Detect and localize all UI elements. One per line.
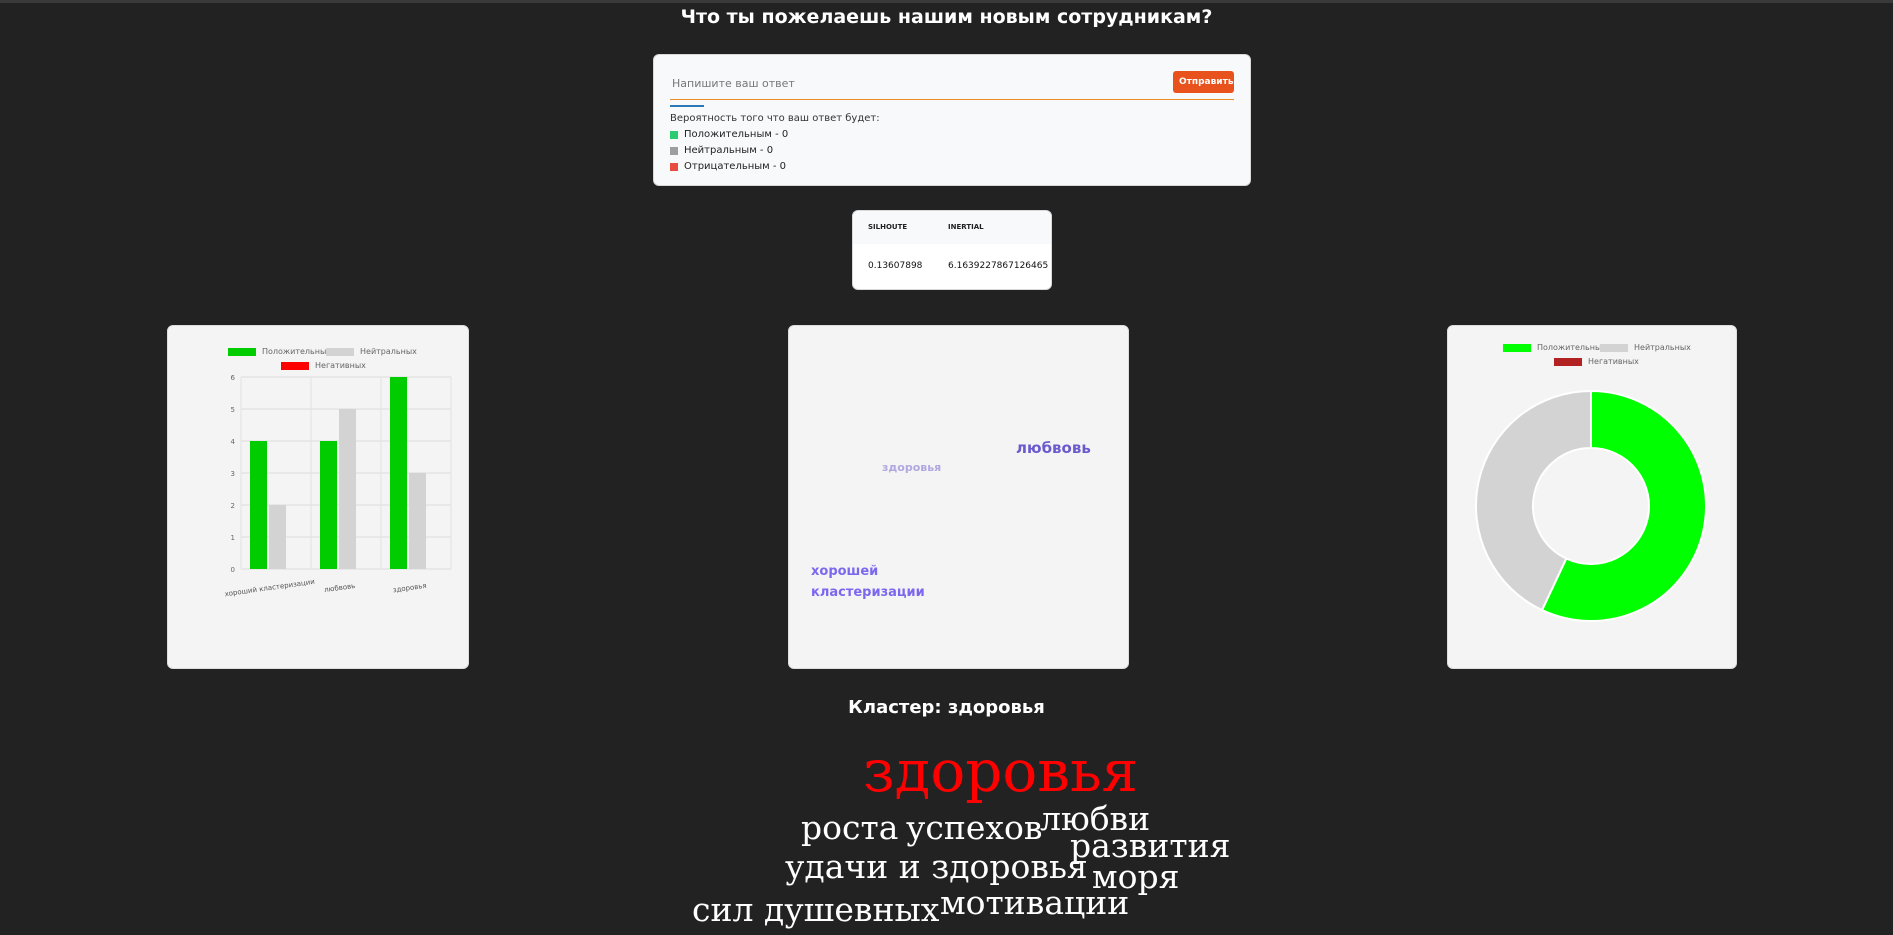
- metrics-table: SILHOUTE INERTIAL 0.13607898 6.163922786…: [852, 210, 1052, 290]
- probability-positive-label: Положительным - 0: [684, 129, 789, 140]
- bar-1-1: [339, 409, 356, 569]
- word-lyubvov: любвовь: [1016, 439, 1091, 457]
- y-tick-label: 3: [231, 470, 235, 478]
- y-tick-label: 5: [231, 406, 235, 414]
- input-focus-indicator: [670, 105, 704, 107]
- y-tick-label: 2: [231, 502, 235, 510]
- answer-form-card: Отправить Вероятность того что ваш ответ…: [653, 54, 1251, 186]
- word-khoroshey: хорошей: [811, 564, 879, 579]
- bar-0-1: [320, 441, 337, 569]
- probability-neutral: Нейтральным - 0: [670, 145, 773, 156]
- y-tick-label: 4: [231, 438, 236, 446]
- x-tick-label: здоровья: [392, 582, 427, 595]
- cluster-word: удачи и здоровья: [785, 847, 1088, 886]
- cluster-word: успехов: [906, 808, 1043, 847]
- cluster-title: Кластер: здоровья: [848, 697, 1045, 718]
- inertial-value: 6.1639227867126465: [948, 261, 1049, 271]
- cluster-word: роста: [801, 808, 899, 847]
- bar-chart-panel: Положительных Нейтральных Негативных 012…: [167, 325, 469, 669]
- donut-chart: [1475, 389, 1707, 622]
- answer-input[interactable]: [670, 71, 1160, 95]
- probability-positive: Положительным - 0: [670, 129, 788, 140]
- input-underline: [670, 99, 1234, 100]
- negative-swatch: [670, 162, 678, 171]
- y-tick-label: 6: [231, 374, 236, 382]
- submit-button[interactable]: Отправить: [1173, 71, 1234, 93]
- word-zdorovya: здоровья: [882, 461, 942, 474]
- silhouette-header: SILHOUTE: [868, 223, 908, 231]
- bar-0-2: [390, 377, 407, 569]
- probability-neutral-label: Нейтральным - 0: [684, 145, 774, 156]
- bar-chart: 0 1 2 3 4 5 6 хороший кластеризации любвовь здоро…: [224, 374, 452, 599]
- bar-1-0: [269, 505, 286, 569]
- top-border: [0, 0, 1893, 3]
- page-title: Что ты пожелаешь нашим новым сотрудникам…: [680, 6, 1213, 28]
- probability-negative: Отрицательным - 0: [670, 161, 786, 172]
- x-tick-label: любвовь: [324, 582, 356, 594]
- y-tick-label: 0: [231, 566, 235, 574]
- word-klasterizatsii: кластеризации: [811, 585, 925, 600]
- positive-swatch: [670, 130, 678, 139]
- cluster-word: мотивации: [940, 883, 1130, 922]
- y-tick-label: 1: [231, 534, 235, 542]
- probability-title: Вероятность того что ваш ответ будет:: [670, 113, 880, 124]
- neutral-swatch: [670, 146, 678, 155]
- cluster-word: здоровья: [863, 737, 1139, 805]
- bar-1-2: [409, 473, 426, 569]
- silhouette-value: 0.13607898: [868, 261, 923, 271]
- cluster-word: сил душевных: [692, 890, 940, 929]
- probability-negative-label: Отрицательным - 0: [684, 161, 787, 172]
- donut-chart-panel: Положительных Нейтральных Негативных: [1447, 325, 1737, 669]
- inertial-header: INERTIAL: [948, 223, 984, 231]
- word-cloud-panel: любвовь здоровья хорошей кластеризации: [788, 325, 1129, 669]
- bar-0-0: [250, 441, 267, 569]
- x-tick-label: хороший кластеризации: [224, 578, 315, 599]
